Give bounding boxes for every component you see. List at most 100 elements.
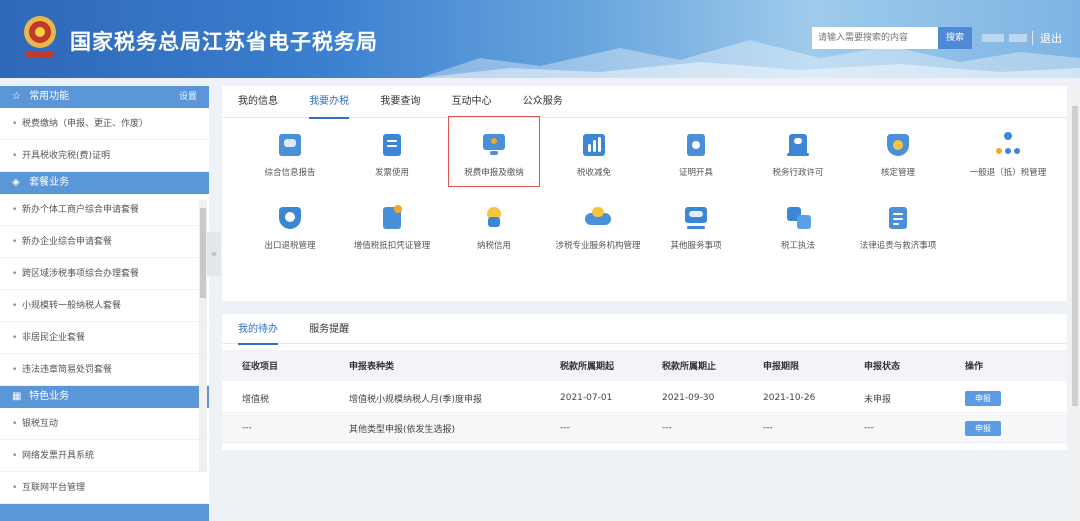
column-header: 申报状态 [864, 362, 901, 372]
cell-deadline: 2021-10-26 [763, 393, 816, 403]
bullet-icon: • [12, 119, 18, 129]
function-label: 法律追责与救济事项 [859, 241, 937, 251]
bullet-icon: • [12, 205, 18, 215]
function-tile[interactable]: 一般退（抵）税管理 [952, 130, 1064, 178]
function-tile[interactable]: 涉税专业服务机构管理 [544, 203, 652, 251]
function-tile[interactable]: 税工执法 [748, 203, 848, 251]
function-tile[interactable]: 增值税抵扣凭证管理 [342, 203, 442, 251]
scrollbar-thumb[interactable] [1072, 106, 1078, 406]
table-row: --- 其他类型申报(依发生选报) --- --- --- --- 申报 [222, 414, 1067, 443]
function-label: 涉税专业服务机构管理 [555, 241, 641, 251]
function-label: 核定管理 [880, 168, 915, 178]
settings-link[interactable]: 设置 [179, 86, 197, 108]
cell-end: 2021-09-30 [662, 393, 715, 403]
sidebar-item[interactable]: • 开具税收完税(费)证明 [0, 140, 209, 172]
sidebar-scrollbar[interactable] [199, 200, 207, 472]
function-label: 税工执法 [780, 241, 815, 251]
report-chart-icon [275, 130, 305, 160]
sidebar-item-label: 开具税收完税(费)证明 [22, 151, 111, 161]
function-tile[interactable]: 纳税信用 [444, 203, 544, 251]
sidebar-item[interactable]: • 违法违章简易处罚套餐 [0, 354, 209, 386]
declare-monitor-icon [479, 130, 509, 160]
scrollbar-thumb[interactable] [200, 208, 206, 298]
mountain-banner-decoration [420, 40, 1080, 78]
sidebar-item[interactable]: • 互联网平台管理 [0, 472, 209, 504]
column-header: 申报表种类 [349, 362, 395, 372]
function-tile[interactable]: 其他服务事项 [646, 203, 746, 251]
table-header: 征收项目 申报表种类 税款所属期起 税款所属期止 申报期限 申报状态 操作 [222, 350, 1067, 381]
site-title: 国家税务总局江苏省电子税务局 [70, 30, 378, 54]
todo-panel: 我的待办 服务提醒 征收项目 申报表种类 税款所属期起 税款所属期止 申报期限 … [222, 314, 1067, 450]
sidebar-section-special[interactable]: ▦ 特色业务 [0, 386, 209, 408]
legal-doc-icon [883, 203, 913, 233]
search-button[interactable]: 搜索 [938, 27, 972, 49]
bullet-icon: • [12, 419, 18, 429]
column-header: 申报期限 [763, 362, 800, 372]
sidebar-item-label: 跨区域涉税事项综合办理套餐 [22, 269, 140, 279]
sidebar-item-label: 非居民企业套餐 [22, 333, 86, 343]
function-label: 发票使用 [374, 168, 409, 178]
function-tile[interactable]: 证明开具 [646, 130, 746, 178]
sidebar-item-label: 网络发票开具系统 [22, 451, 95, 461]
tax-bureau-emblem-icon [24, 16, 56, 58]
sidebar-section-packages[interactable]: ◈ 套餐业务 [0, 172, 209, 194]
cell-status: --- [864, 423, 874, 433]
bullet-icon: • [12, 483, 18, 493]
function-label: 一般退（抵）税管理 [969, 168, 1047, 178]
tab-do-tax[interactable]: 我要办税 [309, 86, 350, 119]
function-label: 出口退税管理 [264, 241, 316, 251]
cell-item: --- [242, 423, 252, 433]
sidebar-item[interactable]: • 小规模转一般纳税人套餐 [0, 290, 209, 322]
cell-end: --- [662, 423, 672, 433]
sidebar-item[interactable]: • 跨区域涉税事项综合办理套餐 [0, 258, 209, 290]
declare-button[interactable]: 申报 [965, 390, 1001, 406]
function-tile[interactable]: 法律追责与救济事项 [848, 203, 948, 251]
function-tile[interactable]: 税收减免 [544, 130, 644, 178]
agency-icon [583, 203, 613, 233]
sidebar-item-label: 新办企业综合申请套餐 [22, 237, 113, 247]
function-tile[interactable]: 综合信息报告 [240, 130, 340, 178]
cell-start: 2021-07-01 [560, 393, 613, 403]
cell-form: 其他类型申报(依发生选报) [349, 424, 456, 435]
sidebar-collapse-handle[interactable]: « [207, 232, 221, 276]
function-label: 税收减免 [576, 168, 611, 178]
declare-button[interactable]: 申报 [965, 420, 1001, 436]
sidebar-item[interactable]: • 银税互动 [0, 408, 209, 440]
function-tile[interactable]: 核定管理 [848, 130, 948, 178]
page-scrollbar[interactable] [1070, 86, 1080, 521]
sidebar-item[interactable]: • 税费缴纳（申报、更正、作废） [0, 108, 209, 140]
column-header: 操作 [965, 362, 984, 372]
sidebar-item[interactable]: • 非居民企业套餐 [0, 322, 209, 354]
invoice-icon [377, 130, 407, 160]
sidebar-section-common[interactable]: ☆ 常用功能 设置 [0, 86, 209, 108]
sidebar-item[interactable]: • 网络发票开具系统 [0, 440, 209, 472]
tab-my-info[interactable]: 我的信息 [238, 86, 278, 118]
sidebar-section-next[interactable] [0, 504, 209, 521]
function-tile-highlighted[interactable]: 税费申报及缴纳 [448, 116, 540, 187]
main-tabs: 我的信息 我要办税 我要查询 互动中心 公众服务 [222, 86, 1067, 119]
sidebar-item[interactable]: • 新办个体工商户综合申请套餐 [0, 194, 209, 226]
function-label: 证明开具 [678, 168, 713, 178]
sidebar-item[interactable]: • 新办企业综合申请套餐 [0, 226, 209, 258]
column-header: 税款所属期起 [560, 362, 615, 372]
user-name-redacted [982, 34, 1004, 42]
cell-status: 未申报 [864, 394, 892, 405]
logout-link[interactable]: 退出 [1040, 30, 1062, 46]
certificate-icon [681, 130, 711, 160]
tab-interaction[interactable]: 互动中心 [452, 86, 492, 118]
search-input[interactable] [812, 27, 938, 49]
tab-public-service[interactable]: 公众服务 [523, 86, 563, 118]
function-tile[interactable]: 发票使用 [342, 130, 442, 178]
function-tile[interactable]: 出口退税管理 [240, 203, 340, 251]
voucher-icon [377, 203, 407, 233]
sidebar-item-label: 银税互动 [22, 419, 59, 429]
shield-check-icon [883, 130, 913, 160]
tab-my-todo[interactable]: 我的待办 [238, 314, 278, 345]
function-tile[interactable]: 税务行政许可 [748, 130, 848, 178]
function-panel: 我的信息 我要办税 我要查询 互动中心 公众服务 综合信息报告 发票使用 税费申… [222, 86, 1067, 301]
function-label: 其他服务事项 [670, 241, 722, 251]
sidebar-item-label: 税费缴纳（申报、更正、作废） [22, 119, 149, 129]
tab-query[interactable]: 我要查询 [380, 86, 420, 118]
tab-service-reminder[interactable]: 服务提醒 [309, 314, 349, 344]
cell-item: 增值税 [242, 394, 270, 405]
